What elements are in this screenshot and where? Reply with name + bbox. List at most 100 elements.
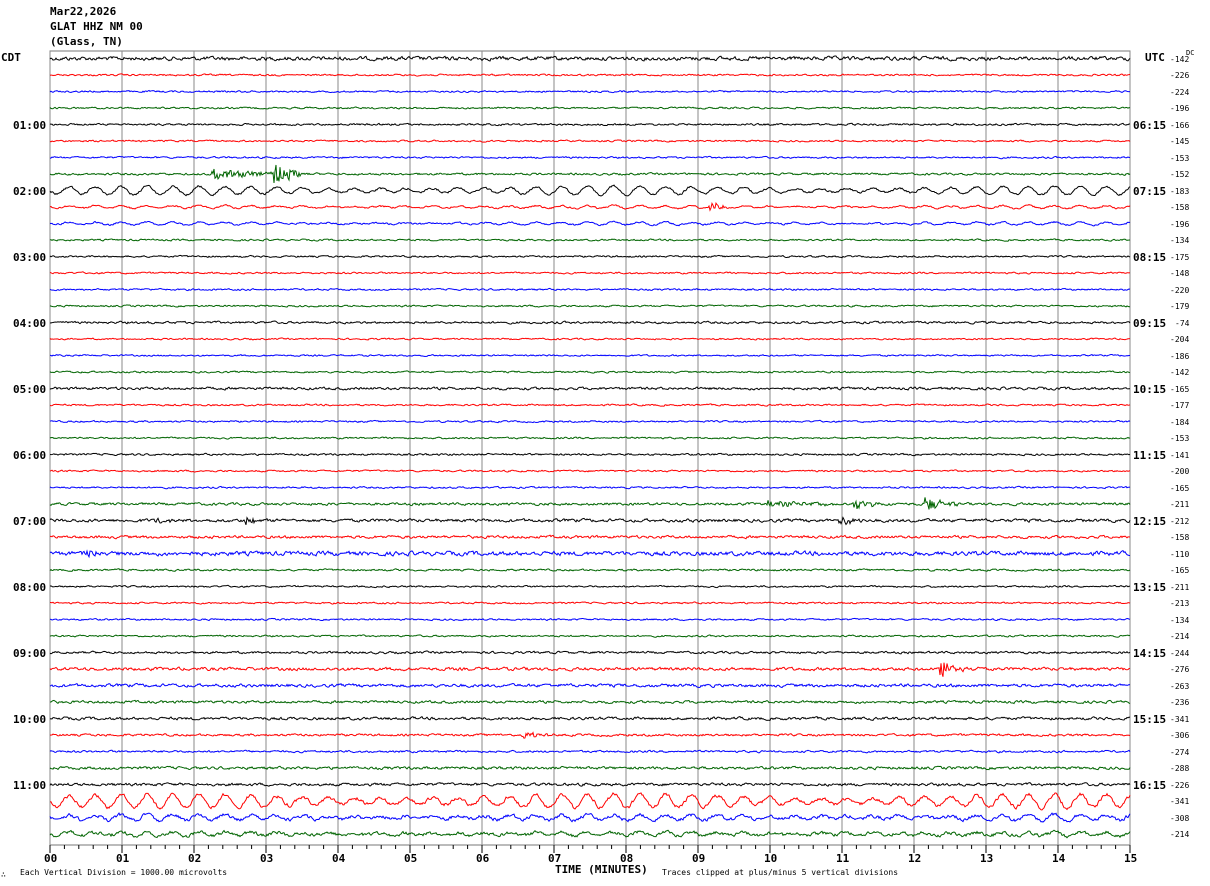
dc-offset-value: -148 [1170,269,1190,278]
right-hour-label: 09:15 [1133,316,1167,330]
x-tick-label: 14 [1052,852,1066,865]
dc-offset-value: -236 [1170,698,1190,707]
dc-offset-value: -200 [1170,467,1190,476]
dc-offset-value: -141 [1170,450,1190,460]
x-tick-label: 15 [1124,852,1138,865]
dc-offset-value: -306 [1170,731,1190,740]
dc-offset-value: -145 [1170,137,1190,146]
trace-line [49,829,1131,839]
dc-offset-value: -186 [1170,351,1190,361]
trace-line [49,73,1131,77]
left-hour-label: 03:00 [13,250,47,264]
dc-offset-value: -165 [1170,384,1190,394]
dc-offset-value: -165 [1170,483,1190,493]
trace-line [49,184,1131,197]
right-hour-label: 10:15 [1133,382,1167,396]
right-hour-label: 07:15 [1133,184,1167,198]
dc-offset-value: -165 [1170,566,1190,575]
x-tick-label: 04 [332,852,346,865]
trace-line [49,792,1131,811]
dc-offset-value: -263 [1170,681,1190,691]
trace-line [49,682,1131,689]
trace-line [49,220,1131,227]
trace-line [49,201,1131,212]
trace-line [49,304,1130,308]
dc-offset-value: -204 [1170,335,1190,344]
dc-offset-value: -224 [1170,87,1190,97]
dc-offset-value: -226 [1170,780,1190,790]
left-hour-label: 02:00 [13,184,47,198]
left-hour-label: 10:00 [13,712,47,726]
dc-offset-value: -175 [1170,252,1190,262]
right-hour-label: 12:15 [1133,514,1167,528]
trace-line [49,337,1131,341]
left-hour-label: 09:00 [13,646,47,660]
x-tick-label: 12 [908,852,922,865]
trace-line [49,584,1131,589]
trace-line [49,731,1131,739]
trace-line [50,699,1131,705]
trace-line [49,89,1131,94]
trace-line [49,617,1131,622]
dc-offset-value: -211 [1170,500,1190,509]
x-tick-label: 13 [980,852,994,865]
trace-line [49,254,1131,259]
x-axis-title: TIME (MINUTES) [555,863,648,876]
trace-line [49,287,1131,292]
dc-offset-value: -158 [1170,203,1190,212]
trace-line [49,662,1131,677]
x-tick-label: 11 [836,852,850,865]
trace-line [49,765,1131,771]
dc-offset-value: -166 [1170,120,1190,130]
trace-line [49,370,1131,374]
dc-offset-value: -183 [1170,186,1190,196]
x-tick-label: 09 [692,852,706,865]
trace-line [49,650,1131,655]
dc-offset-value: -341 [1170,797,1190,806]
dc-offset-value: -196 [1170,104,1190,113]
trace-line [49,749,1131,754]
plot-frame [49,50,1131,846]
scale-note: Each Vertical Division = 1000.00 microvo… [20,868,228,877]
dc-offset-value: -153 [1170,434,1190,443]
right-hour-label: 08:15 [1133,250,1167,264]
trace-line [49,485,1131,490]
dc-offset-value: -308 [1170,813,1190,823]
dc-offset-value: -179 [1170,302,1190,311]
trace-line [49,549,1131,559]
trace-line [50,419,1131,424]
trace-line [49,353,1131,358]
x-tick-label: 02 [188,852,202,865]
dc-offset-value: -226 [1170,71,1190,80]
right-hour-label: 06:15 [1133,118,1167,132]
dc-offset-value: -212 [1170,516,1190,526]
trace-line [49,516,1131,526]
trace-line [49,716,1131,721]
trace-line [49,106,1131,110]
trace-line [49,534,1131,540]
trace-line [49,55,1131,62]
dc-offset-value: -213 [1170,599,1190,608]
dc-offset-value: -196 [1170,219,1190,229]
trace-line [49,320,1131,325]
trace-line [49,139,1131,143]
dc-offset-value: -134 [1170,615,1190,625]
x-tick-label: 00 [44,852,58,865]
trace-line [49,164,1131,184]
dc-offset-value: -142 [1170,368,1190,377]
dc-offset-value: -142 [1170,54,1190,64]
dc-offset-value: -177 [1170,401,1190,410]
trace-line [49,782,1131,787]
dc-offset-value: -134 [1170,236,1190,245]
x-tick-label: 10 [764,852,778,865]
trace-line [49,155,1131,160]
footer-mark: ∴ [1,870,6,879]
helicorder-plot [49,50,1131,853]
dc-offset-value: -341 [1170,714,1190,724]
right-hour-label: 16:15 [1133,778,1167,792]
dc-offset-value: -244 [1170,648,1190,658]
left-hour-label: 04:00 [13,316,47,330]
dc-offset-value: -274 [1170,747,1190,757]
dc-offset-value: -276 [1170,665,1190,674]
trace-line [49,452,1131,457]
